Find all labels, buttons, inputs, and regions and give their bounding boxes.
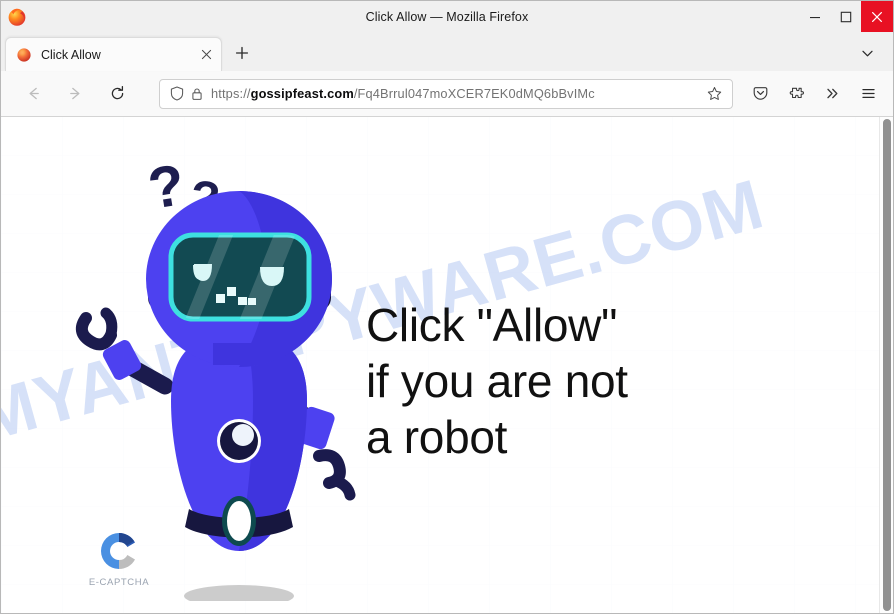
firefox-browser-window: Click Allow — Mozilla Firefox Click Allo… [0,0,894,614]
firefox-icon [6,6,28,28]
e-captcha-label: E-CAPTCHA [88,577,150,588]
new-tab-button[interactable] [227,38,257,68]
extensions-puzzle-icon[interactable] [781,79,811,109]
reload-button[interactable] [101,78,133,110]
chevron-down-icon [861,50,873,56]
padlock-icon[interactable] [187,84,207,104]
minimize-button[interactable] [799,1,830,32]
maximize-icon [840,11,851,22]
toolbar-right-icons [745,79,883,109]
page-content: MYANTISPYWARE.COM ? ? [1,117,879,613]
scrollbar-thumb[interactable] [883,119,891,611]
robot-shadow [184,585,294,607]
minimize-icon [809,16,820,18]
navigation-toolbar: https://gossipfeast.com/Fq4Brrul047moXCE… [1,71,893,117]
page-scrollbar[interactable] [879,117,893,613]
window-title-text: Click Allow — Mozilla Firefox [365,9,529,24]
list-all-tabs-button[interactable] [855,41,879,65]
shield-icon[interactable] [167,84,187,104]
robot-left-arm [75,307,174,395]
window-title-bar: Click Allow — Mozilla Firefox [1,1,893,32]
plus-icon [235,46,249,60]
reload-icon [111,85,123,100]
robot-chest-button [217,419,261,463]
tab-strip: Click Allow [1,32,893,71]
tab-close-button[interactable] [197,46,215,64]
arrow-left-icon [29,87,39,100]
close-icon [872,11,882,22]
window-controls [799,1,893,32]
tab-favicon-icon [16,47,32,63]
close-icon [201,49,211,60]
robot-head [146,191,332,367]
hamburger-menu-icon[interactable] [853,79,883,109]
overflow-chevrons-icon[interactable] [817,79,847,109]
pocket-icon[interactable] [745,79,775,109]
browser-tab[interactable]: Click Allow [5,37,222,71]
url-address-bar[interactable]: https://gossipfeast.com/Fq4Brrul047moXCE… [159,78,733,109]
maximize-button[interactable] [830,1,861,32]
url-text: https://gossipfeast.com/Fq4Brrul047moXCE… [211,86,595,101]
arrow-right-icon [69,87,79,100]
page-viewport: MYANTISPYWARE.COM ? ? [1,117,893,613]
bookmark-star-icon[interactable] [703,83,725,105]
page-headline: Click "Allow" if you are not a robot [366,299,628,463]
forward-button[interactable] [59,78,91,110]
tab-title-label: Click Allow [41,47,101,62]
e-captcha-badge: E-CAPTCHA [73,529,165,588]
close-window-button[interactable] [861,1,893,32]
back-button[interactable] [17,78,49,110]
e-captcha-logo-icon [97,529,141,573]
